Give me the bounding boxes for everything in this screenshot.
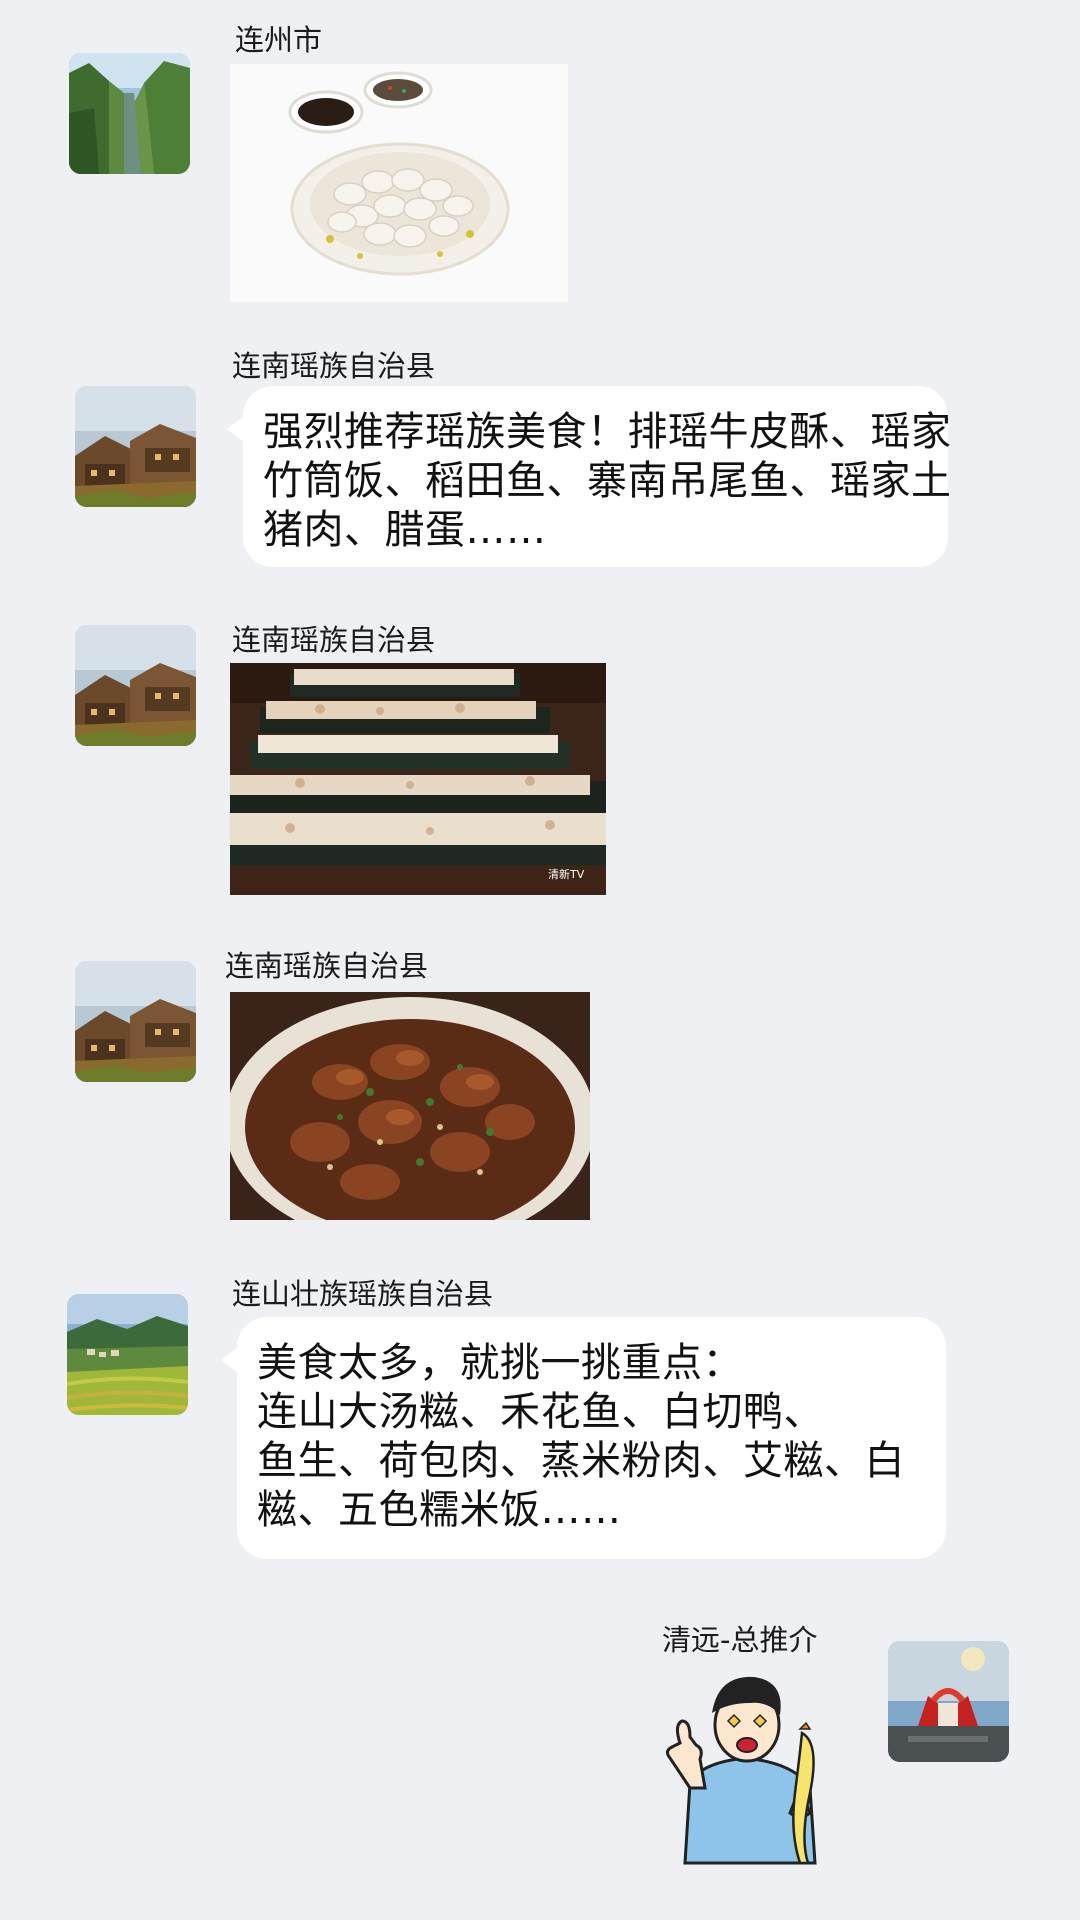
- message-line: 鱼生、荷包肉、蒸米粉肉、艾糍、白: [257, 1438, 905, 1484]
- message-line: 猪肉、腊蛋……: [263, 507, 547, 553]
- sender-name: 连南瑶族自治县: [225, 949, 429, 983]
- message-line: 糍、五色糯米饭……: [257, 1487, 622, 1533]
- sender-name: 连州市: [235, 23, 323, 57]
- message-image[interactable]: [230, 992, 590, 1220]
- message-image[interactable]: [230, 64, 568, 302]
- sender-avatar[interactable]: [75, 961, 196, 1082]
- bamboo-tube-rice-photo: 清新TV: [230, 663, 606, 895]
- village-houses-avatar-image: [75, 961, 196, 1082]
- sender-avatar[interactable]: [75, 386, 196, 507]
- sender-avatar[interactable]: [75, 625, 196, 746]
- dumplings-plate-photo: [230, 64, 568, 302]
- river-gorge-avatar-image: [69, 53, 190, 174]
- watermark-text: 清新TV: [548, 867, 585, 881]
- sender-name: 连山壮族瑶族自治县: [232, 1277, 494, 1311]
- message-image[interactable]: 清新TV: [230, 663, 606, 895]
- message-line: 连山大汤糍、禾花鱼、白切鸭、: [257, 1389, 824, 1435]
- stewed-meat-bowl-photo: [230, 992, 590, 1220]
- message-bubble[interactable]: 美食太多，就挑一挑重点： 连山大汤糍、禾花鱼、白切鸭、 鱼生、荷包肉、蒸米粉肉、…: [221, 1317, 946, 1559]
- message-bubble[interactable]: 强烈推荐瑶族美食！排瑶牛皮酥、瑶家 竹筒饭、稻田鱼、寨南吊尾鱼、瑶家土 猪肉、腊…: [227, 386, 952, 567]
- message-line: 美食太多，就挑一挑重点：: [257, 1340, 743, 1386]
- sender-avatar[interactable]: [67, 1294, 188, 1415]
- sender-name: 连南瑶族自治县: [232, 349, 436, 383]
- message-line: 竹筒饭、稻田鱼、寨南吊尾鱼、瑶家土: [263, 458, 952, 504]
- message-line: 强烈推荐瑶族美食！排瑶牛皮酥、瑶家: [263, 409, 952, 455]
- sender-name: 连南瑶族自治县: [232, 623, 436, 657]
- sender-avatar[interactable]: [888, 1641, 1009, 1762]
- red-monument-avatar-image: [888, 1641, 1009, 1762]
- message-sticker[interactable]: [650, 1663, 845, 1873]
- terraced-fields-avatar-image: [67, 1294, 188, 1415]
- sender-avatar[interactable]: [69, 53, 190, 174]
- village-houses-avatar-image: [75, 386, 196, 507]
- thumbs-up-cartoon-sticker: [665, 1676, 817, 1865]
- sender-name: 清远-总推介: [662, 1623, 818, 1657]
- village-houses-avatar-image: [75, 625, 196, 746]
